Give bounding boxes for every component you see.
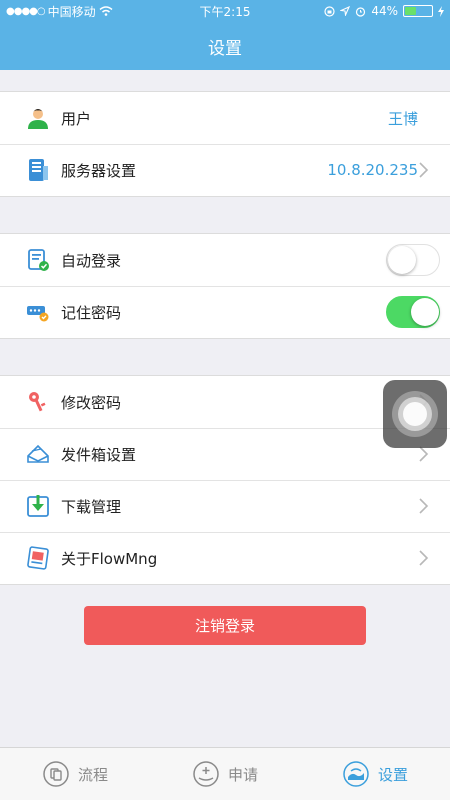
settings-icon <box>343 761 369 787</box>
toggle-knob <box>411 298 439 326</box>
download-management-row[interactable]: 下载管理 <box>0 480 450 532</box>
remember-password-label: 记住密码 <box>61 303 122 322</box>
user-label: 用户 <box>61 109 92 128</box>
logout-button[interactable]: 注销登录 <box>84 606 366 645</box>
about-label: 关于FlowMng <box>61 549 158 568</box>
chevron-right-icon <box>419 162 429 178</box>
download-icon <box>25 493 51 519</box>
remember-password-row: 记住密码 <box>0 286 450 338</box>
header-bar: ●●●●○ 中国移动 下午2:15 44% 设置 <box>0 0 450 70</box>
auto-login-label: 自动登录 <box>61 251 122 270</box>
auto-login-icon <box>25 247 51 273</box>
tab-settings[interactable]: 设置 <box>300 748 450 800</box>
remember-password-toggle[interactable] <box>386 296 440 328</box>
charging-icon <box>438 5 444 17</box>
auto-login-toggle[interactable] <box>386 244 440 276</box>
tab-apply-label: 申请 <box>227 765 258 784</box>
apply-icon <box>193 761 219 787</box>
status-bar: ●●●●○ 中国移动 下午2:15 44% <box>0 0 450 22</box>
tab-flow-label: 流程 <box>77 765 108 784</box>
tab-settings-label: 设置 <box>377 765 408 784</box>
about-icon <box>25 545 51 571</box>
toggle-knob <box>388 246 416 274</box>
key-icon <box>25 389 51 415</box>
chevron-right-icon <box>419 550 429 566</box>
battery-icon <box>403 5 433 17</box>
tab-apply[interactable]: 申请 <box>150 748 300 800</box>
server-icon <box>25 157 51 183</box>
alarm-icon <box>356 6 366 17</box>
battery-percent: 44% <box>371 4 398 18</box>
user-value: 王博 <box>387 109 418 128</box>
about-row[interactable]: 关于FlowMng <box>0 532 450 584</box>
server-settings-row[interactable]: 服务器设置 10.8.20.235 <box>0 144 450 196</box>
location-icon <box>340 6 351 16</box>
remember-password-icon <box>25 299 51 325</box>
rotation-lock-icon <box>324 5 335 17</box>
page-title: 设置 <box>208 39 242 59</box>
tab-flow[interactable]: 流程 <box>0 748 150 800</box>
auto-login-row: 自动登录 <box>0 234 450 286</box>
flow-icon <box>43 761 69 787</box>
server-settings-label: 服务器设置 <box>61 161 137 180</box>
assistive-touch-button[interactable] <box>383 380 447 448</box>
user-icon <box>25 105 51 131</box>
outbox-icon <box>25 441 51 467</box>
server-address-value: 10.8.20.235 <box>327 161 418 179</box>
account-group: 用户 王博 服务器设置 10.8.20.235 <box>0 91 450 197</box>
user-row[interactable]: 用户 王博 <box>0 92 450 144</box>
login-options-group: 自动登录 记住密码 <box>0 233 450 339</box>
tab-bar: 流程 申请 设置 <box>0 747 450 800</box>
chevron-right-icon <box>419 498 429 514</box>
download-management-label: 下载管理 <box>61 497 122 516</box>
